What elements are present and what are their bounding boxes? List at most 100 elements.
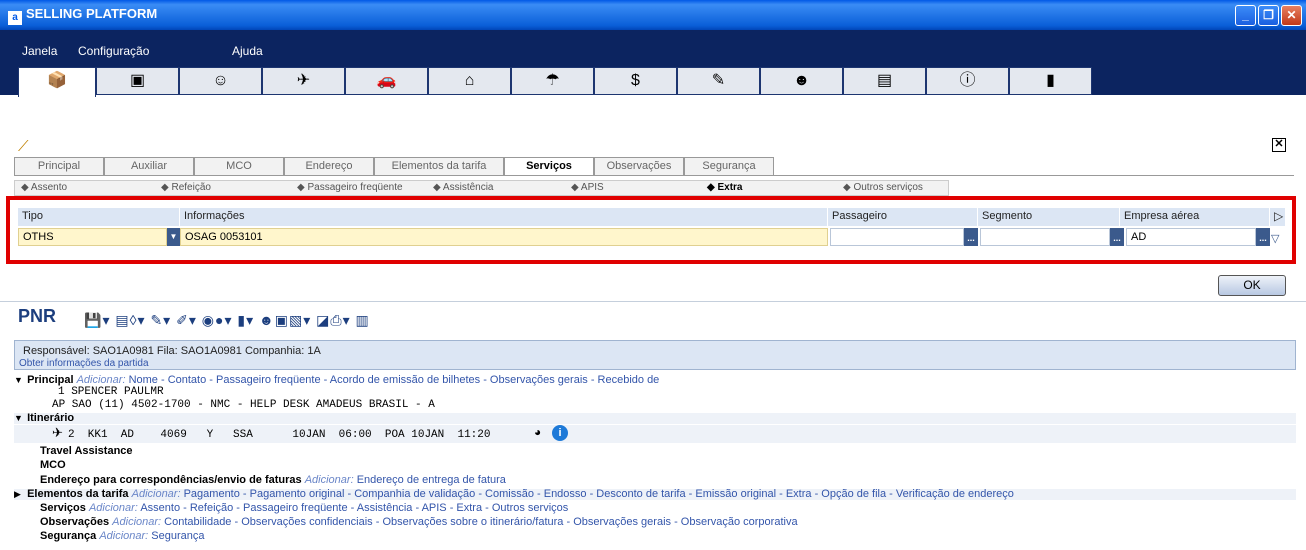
- night-icon: ◕: [534, 425, 542, 439]
- servicos-title: Serviços: [40, 502, 86, 514]
- menu-configuracao[interactable]: Configuração: [78, 44, 149, 58]
- tab-seguranca[interactable]: Segurança: [684, 157, 774, 175]
- minimize-button[interactable]: _: [1235, 5, 1256, 26]
- clear-brush-icon[interactable]: ⟋: [18, 138, 29, 155]
- principal-links[interactable]: Nome - Contato - Passageiro freqüente - …: [129, 374, 660, 386]
- section-elementos: ▶ Elementos da tarifa Adicionar: Pagamen…: [14, 489, 1296, 500]
- divider: [0, 301, 1306, 302]
- section-servicos: Serviços Adicionar: Assento - Refeição -…: [40, 503, 1306, 514]
- seguranca-links[interactable]: Segurança: [151, 530, 204, 542]
- add-label: Adicionar:: [88, 502, 138, 514]
- tabs-divider: [14, 175, 1294, 176]
- collapse-icon[interactable]: ▼: [14, 375, 24, 386]
- tab-principal[interactable]: Principal: [14, 157, 104, 175]
- print-icon[interactable]: ⎙: [330, 312, 342, 328]
- close-panel-button[interactable]: ✕: [1272, 138, 1286, 152]
- hotel-icon[interactable]: ⌂: [428, 67, 511, 95]
- subtab-apis[interactable]: ◆ APIS: [571, 182, 604, 193]
- agent-icon[interactable]: ☻: [760, 67, 843, 95]
- window-title: SELLING PLATFORM: [26, 6, 158, 21]
- section-endereco: Endereço para correspondências/envio de …: [40, 475, 1306, 486]
- elementos-title: Elementos da tarifa: [27, 488, 129, 500]
- principal-title: Principal: [27, 374, 74, 386]
- document-icon[interactable]: ▤: [843, 67, 926, 95]
- save-icon[interactable]: 💾: [84, 312, 102, 328]
- tab-mco[interactable]: MCO: [194, 157, 284, 175]
- expand-icon[interactable]: ▶: [14, 489, 24, 500]
- chart-icon[interactable]: ▮: [237, 312, 246, 328]
- tab-observacoes[interactable]: Observações: [594, 157, 684, 175]
- tab-endereco[interactable]: Endereço: [284, 157, 374, 175]
- umbrella-icon[interactable]: ☂: [511, 67, 594, 95]
- endereco-links[interactable]: Endereço de entrega de fatura: [357, 474, 506, 486]
- subtab-passageiro-frequente[interactable]: ◆ Passageiro freqüente: [297, 182, 403, 193]
- section-itinerario: ▼ Itinerário: [14, 413, 1296, 424]
- preview-icon[interactable]: ◪: [316, 312, 330, 328]
- subtab-extra[interactable]: ◆ Extra: [707, 182, 742, 193]
- observacoes-links[interactable]: Contabilidade - Observações confidenciai…: [164, 516, 797, 528]
- ticket-icon[interactable]: ▧: [289, 312, 303, 328]
- menu-bar: Janela Configuração Ajuda: [0, 30, 1306, 67]
- itinerary-row: ✈ 2 KK1 AD 4069 Y SSA 10JAN 06:00 POA 10…: [14, 425, 1296, 443]
- pnr-title: PNR: [18, 306, 57, 326]
- book-icon[interactable]: ▣: [275, 312, 289, 328]
- chart-icon[interactable]: ▮: [1009, 67, 1092, 95]
- menu-janela[interactable]: Janela: [22, 44, 57, 58]
- money-icon[interactable]: ◉: [202, 312, 215, 328]
- close-window-button[interactable]: ✕: [1281, 5, 1302, 26]
- notes-icon[interactable]: ▥: [355, 312, 369, 328]
- pnr-toolbar: 💾▾ ▤◊▾ ✎▾ ✐▾ ◉●▾ ▮▾ ☻▣▧▾ ◪⎙▾ ▥: [84, 312, 370, 328]
- pnr-info-line: Responsável: SAO1A0981 Fila: SAO1A0981 C…: [23, 345, 321, 357]
- copy-icon[interactable]: ▤: [115, 312, 129, 328]
- app-icon: a: [8, 11, 22, 25]
- coin-icon[interactable]: ●: [215, 312, 224, 328]
- subtab-assistencia[interactable]: ◆ Assistência: [433, 182, 494, 193]
- passenger-name: 1 SPENCER PAULMR: [58, 386, 164, 398]
- car-icon[interactable]: ✈: [262, 67, 345, 95]
- info-icon[interactable]: ⓘ: [926, 67, 1009, 95]
- subtab-refeicao[interactable]: ◆ Refeição: [161, 182, 211, 193]
- add-label: Adicionar:: [112, 516, 162, 528]
- edit-icon[interactable]: ✎: [150, 312, 163, 328]
- eraser-icon[interactable]: ◊: [130, 312, 138, 328]
- mco-label: MCO: [40, 459, 66, 471]
- terminal-icon[interactable]: ▣: [96, 67, 179, 95]
- tab-elementos-tarifa[interactable]: Elementos da tarifa: [374, 157, 504, 175]
- add-label: Adicionar:: [304, 474, 354, 486]
- section-seguranca: Segurança Adicionar: Segurança: [40, 531, 1306, 542]
- money-icon[interactable]: $: [594, 67, 677, 95]
- maximize-button[interactable]: ❐: [1258, 5, 1279, 26]
- subtab-assento[interactable]: ◆ Assento: [21, 182, 67, 193]
- taxi-icon[interactable]: 🚗: [345, 67, 428, 95]
- endereco-title: Endereço para correspondências/envio de …: [40, 474, 302, 486]
- title-bar: a SELLING PLATFORM _ ❐ ✕: [0, 0, 1306, 30]
- person-icon[interactable]: ☺: [179, 67, 262, 95]
- contact-line: AP SAO (11) 4502-1700 - NMC - HELP DESK …: [52, 399, 435, 411]
- ok-button[interactable]: OK: [1218, 275, 1286, 296]
- itinerario-title: Itinerário: [27, 412, 75, 424]
- service-subtabs: ◆ Assento ◆ Refeição ◆ Passageiro freqüe…: [14, 180, 949, 196]
- suitcase-icon[interactable]: 📦: [18, 67, 96, 97]
- section-observacoes: Observações Adicionar: Contabilidade - O…: [40, 517, 1306, 528]
- observacoes-title: Observações: [40, 516, 110, 528]
- menu-ajuda[interactable]: Ajuda: [232, 44, 263, 58]
- module-tabs: 📦 ▣ ☺ ✈ 🚗 ⌂ ☂ $ ✎ ☻ ▤ ⓘ ▮: [0, 67, 1306, 97]
- departure-info-link[interactable]: Obter informações da partida: [19, 358, 149, 369]
- seguranca-title: Segurança: [40, 530, 97, 542]
- travel-assistance: Travel Assistance: [40, 445, 133, 457]
- edit-red-icon[interactable]: ✐: [176, 312, 189, 328]
- taxi-icon: ✈: [52, 425, 63, 440]
- servicos-links[interactable]: Assento - Refeição - Passageiro freqüent…: [140, 502, 568, 514]
- tab-servicos[interactable]: Serviços: [504, 157, 594, 176]
- edit-icon[interactable]: ✎: [677, 67, 760, 95]
- info-icon[interactable]: i: [552, 425, 568, 441]
- tab-auxiliar[interactable]: Auxiliar: [104, 157, 194, 175]
- subtab-outros-servicos[interactable]: ◆ Outros serviços: [843, 182, 923, 193]
- agent-icon[interactable]: ☻: [259, 312, 275, 328]
- collapse-icon[interactable]: ▼: [14, 413, 24, 424]
- highlight-box: [6, 196, 1296, 264]
- add-label: Adicionar:: [99, 530, 149, 542]
- segment-line: 2 KK1 AD 4069 Y SSA 10JAN 06:00 POA 10JA…: [68, 429, 491, 441]
- add-label: Adicionar:: [131, 488, 181, 500]
- elementos-links[interactable]: Pagamento - Pagamento original - Companh…: [184, 488, 1014, 500]
